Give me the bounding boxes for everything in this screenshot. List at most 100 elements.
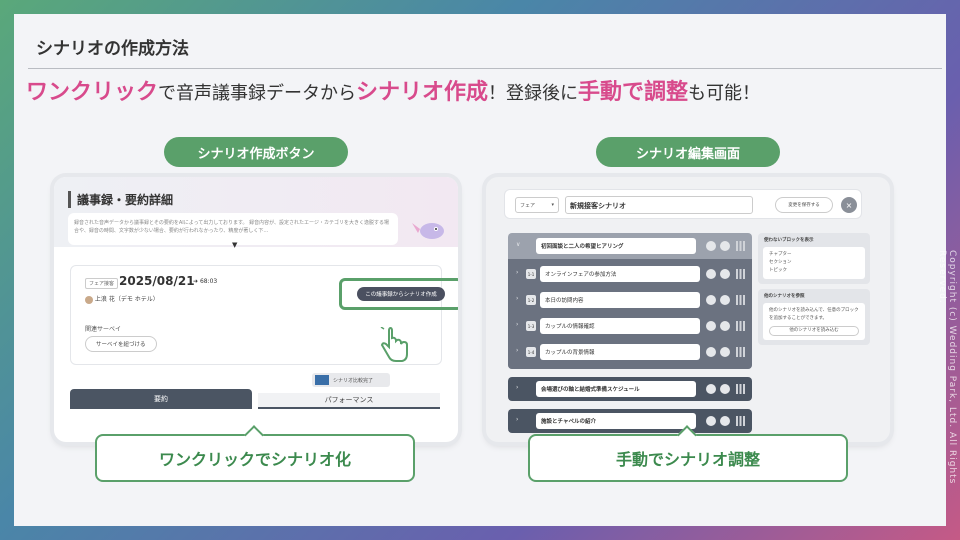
copy-icon[interactable] xyxy=(706,384,716,394)
right-screenshot: フェア ▾ 新規接客シナリオ 変更を保存する × ∨ 初回面談と二人の希望ヒアリン… xyxy=(486,177,890,442)
user-name-label: 上浪 花（デモ ホテル） xyxy=(94,296,159,303)
chapter-title-input[interactable]: 初回面談と二人の希望ヒアリング xyxy=(536,238,696,254)
chevron-right-icon[interactable]: › xyxy=(516,416,518,423)
save-changes-button[interactable]: 変更を保存する xyxy=(775,197,833,213)
chapter-title-input[interactable]: 会場選びの軸と結婚式準備スケジュール xyxy=(536,381,696,397)
reference-scenario-body: 他のシナリオを読み込んで、任意のブロックを追加することができます。 他のシナリオ… xyxy=(763,303,865,340)
category-select-value: フェア xyxy=(520,203,536,209)
section-row: › 1-2 本日の訪問内容 xyxy=(508,289,752,311)
tab-performance[interactable]: パフォーマンス xyxy=(258,393,440,409)
duration: ➜ 68:03 xyxy=(193,278,218,285)
duration-value: 68:03 xyxy=(199,278,218,285)
list-item[interactable]: チャプター xyxy=(769,251,859,259)
copy-icon[interactable] xyxy=(706,347,716,357)
scenario-name-input[interactable]: 新規接客シナリオ xyxy=(565,196,753,214)
editor-toolbar: フェア ▾ 新規接客シナリオ 変更を保存する × xyxy=(504,189,862,219)
delete-icon[interactable] xyxy=(720,321,730,331)
user-name: 上浪 花（デモ ホテル） xyxy=(85,294,159,304)
right-caption: 手動でシナリオ調整 xyxy=(528,434,848,482)
delete-icon[interactable] xyxy=(720,347,730,357)
headline-text: ！登録後に xyxy=(488,83,579,104)
section-row: › 1-1 オンラインフェアの参加方法 xyxy=(508,263,752,285)
delete-icon[interactable] xyxy=(720,295,730,305)
chevron-right-icon[interactable]: › xyxy=(516,347,518,354)
sections-container: › 1-1 オンラインフェアの参加方法 › 1-2 本日の訪問内容 › 1-3 … xyxy=(508,259,752,369)
drag-handle-icon[interactable] xyxy=(736,416,745,426)
copy-icon[interactable] xyxy=(706,416,716,426)
close-icon[interactable]: × xyxy=(841,197,857,213)
copyright: Copyright (c) Wedding Park, Ltd. All Rig… xyxy=(937,250,957,485)
delete-icon[interactable] xyxy=(720,416,730,426)
divider xyxy=(28,68,942,69)
drag-handle-icon[interactable] xyxy=(736,295,745,305)
headline: ワンクリックで音声議事録データからシナリオ作成！登録後に手動で調整も可能！ xyxy=(26,74,760,106)
avatar xyxy=(85,295,93,304)
survey-label: 関連サーベイ xyxy=(85,326,122,333)
list-item[interactable]: セクション xyxy=(769,259,859,267)
category-badge: フェア接客 xyxy=(85,278,119,289)
chevron-right-icon[interactable]: › xyxy=(516,295,518,302)
delete-icon[interactable] xyxy=(720,241,730,251)
slide: シナリオの作成方法 ワンクリックで音声議事録データからシナリオ作成！登録後に手動… xyxy=(14,14,946,526)
reference-scenario-title[interactable]: 他のシナリオを参照 xyxy=(758,289,870,303)
chevron-right-icon[interactable]: › xyxy=(516,269,518,276)
section-title-input[interactable]: カップルの情報確認 xyxy=(540,318,700,334)
chapter-block-3: › 施設とチャペルの紹介 xyxy=(508,409,752,433)
section-row: › 1-3 カップルの情報確認 xyxy=(508,315,752,337)
create-scenario-highlight: この議事録からシナリオ作成 xyxy=(339,278,458,310)
left-screenshot: 議事録・要約詳細 録音された音声データから議事録とその要約をAIによって出力して… xyxy=(54,177,458,442)
headline-text: も可能！ xyxy=(688,83,761,104)
section-title-input[interactable]: オンラインフェアの参加方法 xyxy=(540,266,700,282)
left-section-pill: シナリオ作成ボタン xyxy=(164,137,348,167)
unused-blocks-panel: 使わないブロックを表示 チャプター セクション トピック xyxy=(758,233,870,284)
mascot-icon xyxy=(412,223,444,239)
chapter-block-1: ∨ 初回面談と二人の希望ヒアリング › 1-1 オンラインフェアの参加方法 › … xyxy=(508,233,752,369)
chevron-right-icon[interactable]: › xyxy=(516,321,518,328)
expand-icon[interactable]: ▼ xyxy=(232,241,237,249)
chevron-right-icon[interactable]: › xyxy=(516,384,518,391)
delete-icon[interactable] xyxy=(720,269,730,279)
section-number: 1-4 xyxy=(526,347,536,357)
create-scenario-button[interactable]: この議事録からシナリオ作成 xyxy=(357,287,445,301)
drag-handle-icon[interactable] xyxy=(736,269,745,279)
section-number: 1-3 xyxy=(526,321,536,331)
pointer-hand-icon xyxy=(380,327,408,362)
list-item[interactable]: トピック xyxy=(769,267,859,275)
load-scenario-button[interactable]: 他のシナリオを読み込む xyxy=(769,326,859,336)
drag-handle-icon[interactable] xyxy=(736,241,745,251)
chapter-title-input[interactable]: 施設とチャペルの紹介 xyxy=(536,413,696,429)
copy-icon[interactable] xyxy=(706,269,716,279)
unused-blocks-title[interactable]: 使わないブロックを表示 xyxy=(758,233,870,247)
headline-emphasis-scenario: シナリオ作成 xyxy=(356,80,489,105)
minutes-date: 2025/08/21 xyxy=(119,274,195,288)
compare-status-icon xyxy=(315,375,329,385)
copy-icon[interactable] xyxy=(706,321,716,331)
compare-status-label: シナリオ比較完了 xyxy=(333,377,374,384)
chevron-down-icon: ▾ xyxy=(551,202,554,208)
chevron-down-icon[interactable]: ∨ xyxy=(516,241,520,248)
right-section-pill: シナリオ編集画面 xyxy=(596,137,780,167)
category-select[interactable]: フェア ▾ xyxy=(515,197,559,213)
copy-icon[interactable] xyxy=(706,241,716,251)
headline-text: で音声議事録データから xyxy=(158,83,357,104)
reference-scenario-panel: 他のシナリオを参照 他のシナリオを読み込んで、任意のブロックを追加することができ… xyxy=(758,289,870,345)
section-number: 1-2 xyxy=(526,295,536,305)
drag-handle-icon[interactable] xyxy=(736,384,745,394)
compare-status: シナリオ比較完了 xyxy=(312,373,390,387)
unused-blocks-list: チャプター セクション トピック xyxy=(763,247,865,279)
headline-emphasis-manual: 手動で調整 xyxy=(578,80,689,105)
section-row: › 1-4 カップルの背景情報 xyxy=(508,341,752,363)
section-title-input[interactable]: カップルの背景情報 xyxy=(540,344,700,360)
drag-handle-icon[interactable] xyxy=(736,347,745,357)
section-title-input[interactable]: 本日の訪問内容 xyxy=(540,292,700,308)
reference-scenario-text: 他のシナリオを読み込んで、任意のブロックを追加することができます。 xyxy=(769,308,859,321)
copy-icon[interactable] xyxy=(706,295,716,305)
chapter-row: › 会場選びの軸と結婚式準備スケジュール xyxy=(508,378,752,400)
chapter-block-2: › 会場選びの軸と結婚式準備スケジュール xyxy=(508,377,752,401)
tab-summary[interactable]: 要約 xyxy=(70,389,252,409)
link-survey-button[interactable]: サーベイを紐づける xyxy=(85,336,157,352)
headline-emphasis-oneclick: ワンクリック xyxy=(26,80,159,105)
delete-icon[interactable] xyxy=(720,384,730,394)
drag-handle-icon[interactable] xyxy=(736,321,745,331)
chapter-row: ∨ 初回面談と二人の希望ヒアリング xyxy=(508,235,752,257)
